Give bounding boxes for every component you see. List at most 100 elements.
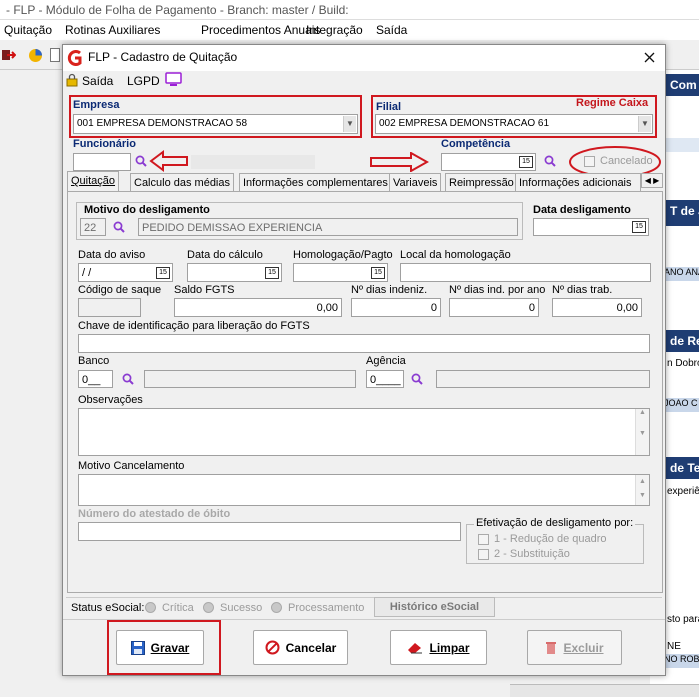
empresa-value: 001 EMPRESA DEMONSTRACAO 58: [77, 118, 248, 129]
bg-text-1: n Dobro: [667, 358, 699, 369]
search-icon[interactable]: [411, 373, 423, 385]
calendar-icon[interactable]: 15: [265, 267, 279, 279]
data-calculo-label: Data do cálculo: [187, 249, 263, 261]
calendar-icon[interactable]: 15: [371, 267, 385, 279]
menu-saida-dialog[interactable]: Saída: [82, 74, 113, 88]
funcionario-input[interactable]: [73, 153, 131, 171]
dias-indeniz-value: 0: [430, 302, 437, 314]
efetivacao-label: Efetivação de desligamento por:: [474, 517, 636, 529]
arrow-right-annotation: [370, 152, 429, 172]
chevron-down-icon[interactable]: ▼: [638, 116, 651, 132]
monitor-icon[interactable]: [165, 72, 182, 87]
agencia-name-field: [436, 370, 650, 388]
gravar-button[interactable]: Gravar: [116, 630, 204, 665]
chevron-down-icon[interactable]: ▼: [343, 116, 356, 132]
observacoes-textarea[interactable]: ▲ ▼: [78, 408, 650, 456]
banco-label: Banco: [78, 355, 110, 367]
funcionario-label: Funcionário: [73, 138, 136, 150]
sucesso-radio[interactable]: [203, 602, 214, 613]
codigo-saque-input[interactable]: [78, 298, 141, 317]
cadastro-quitacao-dialog: FLP - Cadastro de Quitação Saída LGPD Em…: [62, 44, 666, 676]
limpar-button[interactable]: Limpar: [390, 630, 487, 665]
tab-calculo-medias-label: Calculo das médias: [134, 177, 230, 189]
tab-calculo-medias[interactable]: Calculo das médias: [130, 173, 234, 192]
motivo-code-input[interactable]: 22: [80, 218, 106, 236]
bg-header-4: de Te: [666, 457, 699, 479]
tab-quitacao[interactable]: Quitação: [67, 171, 120, 192]
filial-select[interactable]: 002 EMPRESA DEMONSTRACAO 61 ▼: [375, 114, 653, 134]
dias-indeniz-input[interactable]: 0: [351, 298, 441, 317]
tab-variaveis[interactable]: Variaveis: [389, 173, 442, 192]
gravar-label: Gravar: [150, 640, 190, 655]
saldo-fgts-input[interactable]: 0,00: [174, 298, 342, 317]
chart-pie-icon[interactable]: [28, 48, 43, 63]
scrollbar[interactable]: ▲ ▼: [635, 475, 649, 505]
calendar-icon[interactable]: 15: [156, 267, 170, 279]
calendar-icon[interactable]: 15: [632, 221, 646, 233]
atestado-obito-input[interactable]: [78, 522, 461, 541]
competencia-input[interactable]: 15: [441, 153, 536, 171]
bg-scroll-area: [510, 684, 699, 697]
menu-rotinas-auxiliares[interactable]: Rotinas Auxiliares: [65, 23, 160, 37]
scrollbar[interactable]: ▲ ▼: [635, 409, 649, 455]
bg-text-2: experiê: [667, 486, 699, 497]
cancelado-label: Cancelado: [600, 155, 653, 167]
homologacao-input[interactable]: 15: [293, 263, 388, 282]
historico-esocial-button[interactable]: Histórico eSocial: [374, 597, 495, 617]
calendar-icon[interactable]: 15: [519, 156, 533, 168]
search-icon[interactable]: [544, 155, 556, 167]
exit-icon[interactable]: [2, 48, 16, 62]
dias-trab-input[interactable]: 0,00: [552, 298, 642, 317]
cancelar-button[interactable]: Cancelar: [253, 630, 348, 665]
data-aviso-input[interactable]: / / 15: [78, 263, 173, 282]
search-icon[interactable]: [135, 155, 147, 167]
data-aviso-label: Data do aviso: [78, 249, 146, 261]
trash-icon: [546, 641, 557, 654]
motivo-cancelamento-label: Motivo Cancelamento: [78, 460, 185, 472]
cancelado-checkbox[interactable]: [584, 156, 595, 167]
data-calculo-input[interactable]: 15: [187, 263, 282, 282]
dias-trab-value: 0,00: [616, 302, 638, 314]
dias-trab-label: Nº dias trab.: [552, 284, 613, 296]
dias-ind-ano-input[interactable]: 0: [449, 298, 539, 317]
excluir-button[interactable]: Excluir: [527, 630, 622, 665]
menu-quitacao[interactable]: Quitação: [4, 23, 52, 37]
search-icon[interactable]: [122, 373, 134, 385]
close-icon[interactable]: [644, 52, 655, 63]
lock-icon[interactable]: [66, 73, 78, 87]
motivo-desc-value: PEDIDO DEMISSAO EXPERIENCIA: [142, 222, 323, 234]
motivo-cancelamento-textarea[interactable]: ▲ ▼: [78, 474, 650, 506]
motivo-desc-field: PEDIDO DEMISSAO EXPERIENCIA: [138, 218, 518, 236]
atestado-obito-label: Número do atestado de óbito: [78, 508, 231, 520]
menu-integracao[interactable]: Integração: [306, 23, 363, 37]
regime-caixa-label: Regime Caixa: [576, 97, 649, 109]
empresa-select[interactable]: 001 EMPRESA DEMONSTRACAO 58 ▼: [73, 114, 358, 134]
search-icon[interactable]: [113, 221, 125, 233]
tab-variaveis-label: Variaveis: [393, 177, 438, 189]
tab-reimpressao[interactable]: Reimpressão: [445, 173, 518, 192]
document-icon[interactable]: [50, 48, 60, 62]
historico-esocial-label: Histórico eSocial: [389, 601, 480, 613]
motivo-label: Motivo do desligamento: [84, 204, 210, 216]
excluir-label: Excluir: [563, 640, 604, 655]
tab-informacoes-adicionais[interactable]: Informações adicionais: [515, 173, 641, 192]
agencia-input[interactable]: 0____: [366, 370, 404, 388]
filial-label: Filial: [376, 101, 402, 113]
data-desligamento-input[interactable]: 15: [533, 218, 649, 236]
bg-header-1: Com pre: [666, 74, 699, 96]
processamento-radio[interactable]: [271, 602, 282, 613]
banco-input[interactable]: 0__: [78, 370, 113, 388]
menu-procedimentos-anuais[interactable]: Procedimentos Anuais: [201, 23, 320, 37]
critica-radio[interactable]: [145, 602, 156, 613]
substituicao-checkbox[interactable]: [478, 549, 489, 560]
local-homologacao-input[interactable]: [400, 263, 651, 282]
tab-informacoes-complementares[interactable]: Informações complementares: [239, 173, 392, 192]
bg-cell-3: NO ROB: [662, 654, 699, 668]
reducao-quadro-checkbox[interactable]: [478, 534, 489, 545]
agencia-value: 0____: [370, 374, 401, 386]
menu-saida[interactable]: Saída: [376, 23, 407, 37]
tab-scroll-arrows[interactable]: ◀ ▶: [641, 173, 663, 188]
menu-lgpd[interactable]: LGPD: [127, 74, 160, 88]
chave-fgts-input[interactable]: [78, 334, 650, 353]
bg-header-3: de Re: [666, 330, 699, 352]
